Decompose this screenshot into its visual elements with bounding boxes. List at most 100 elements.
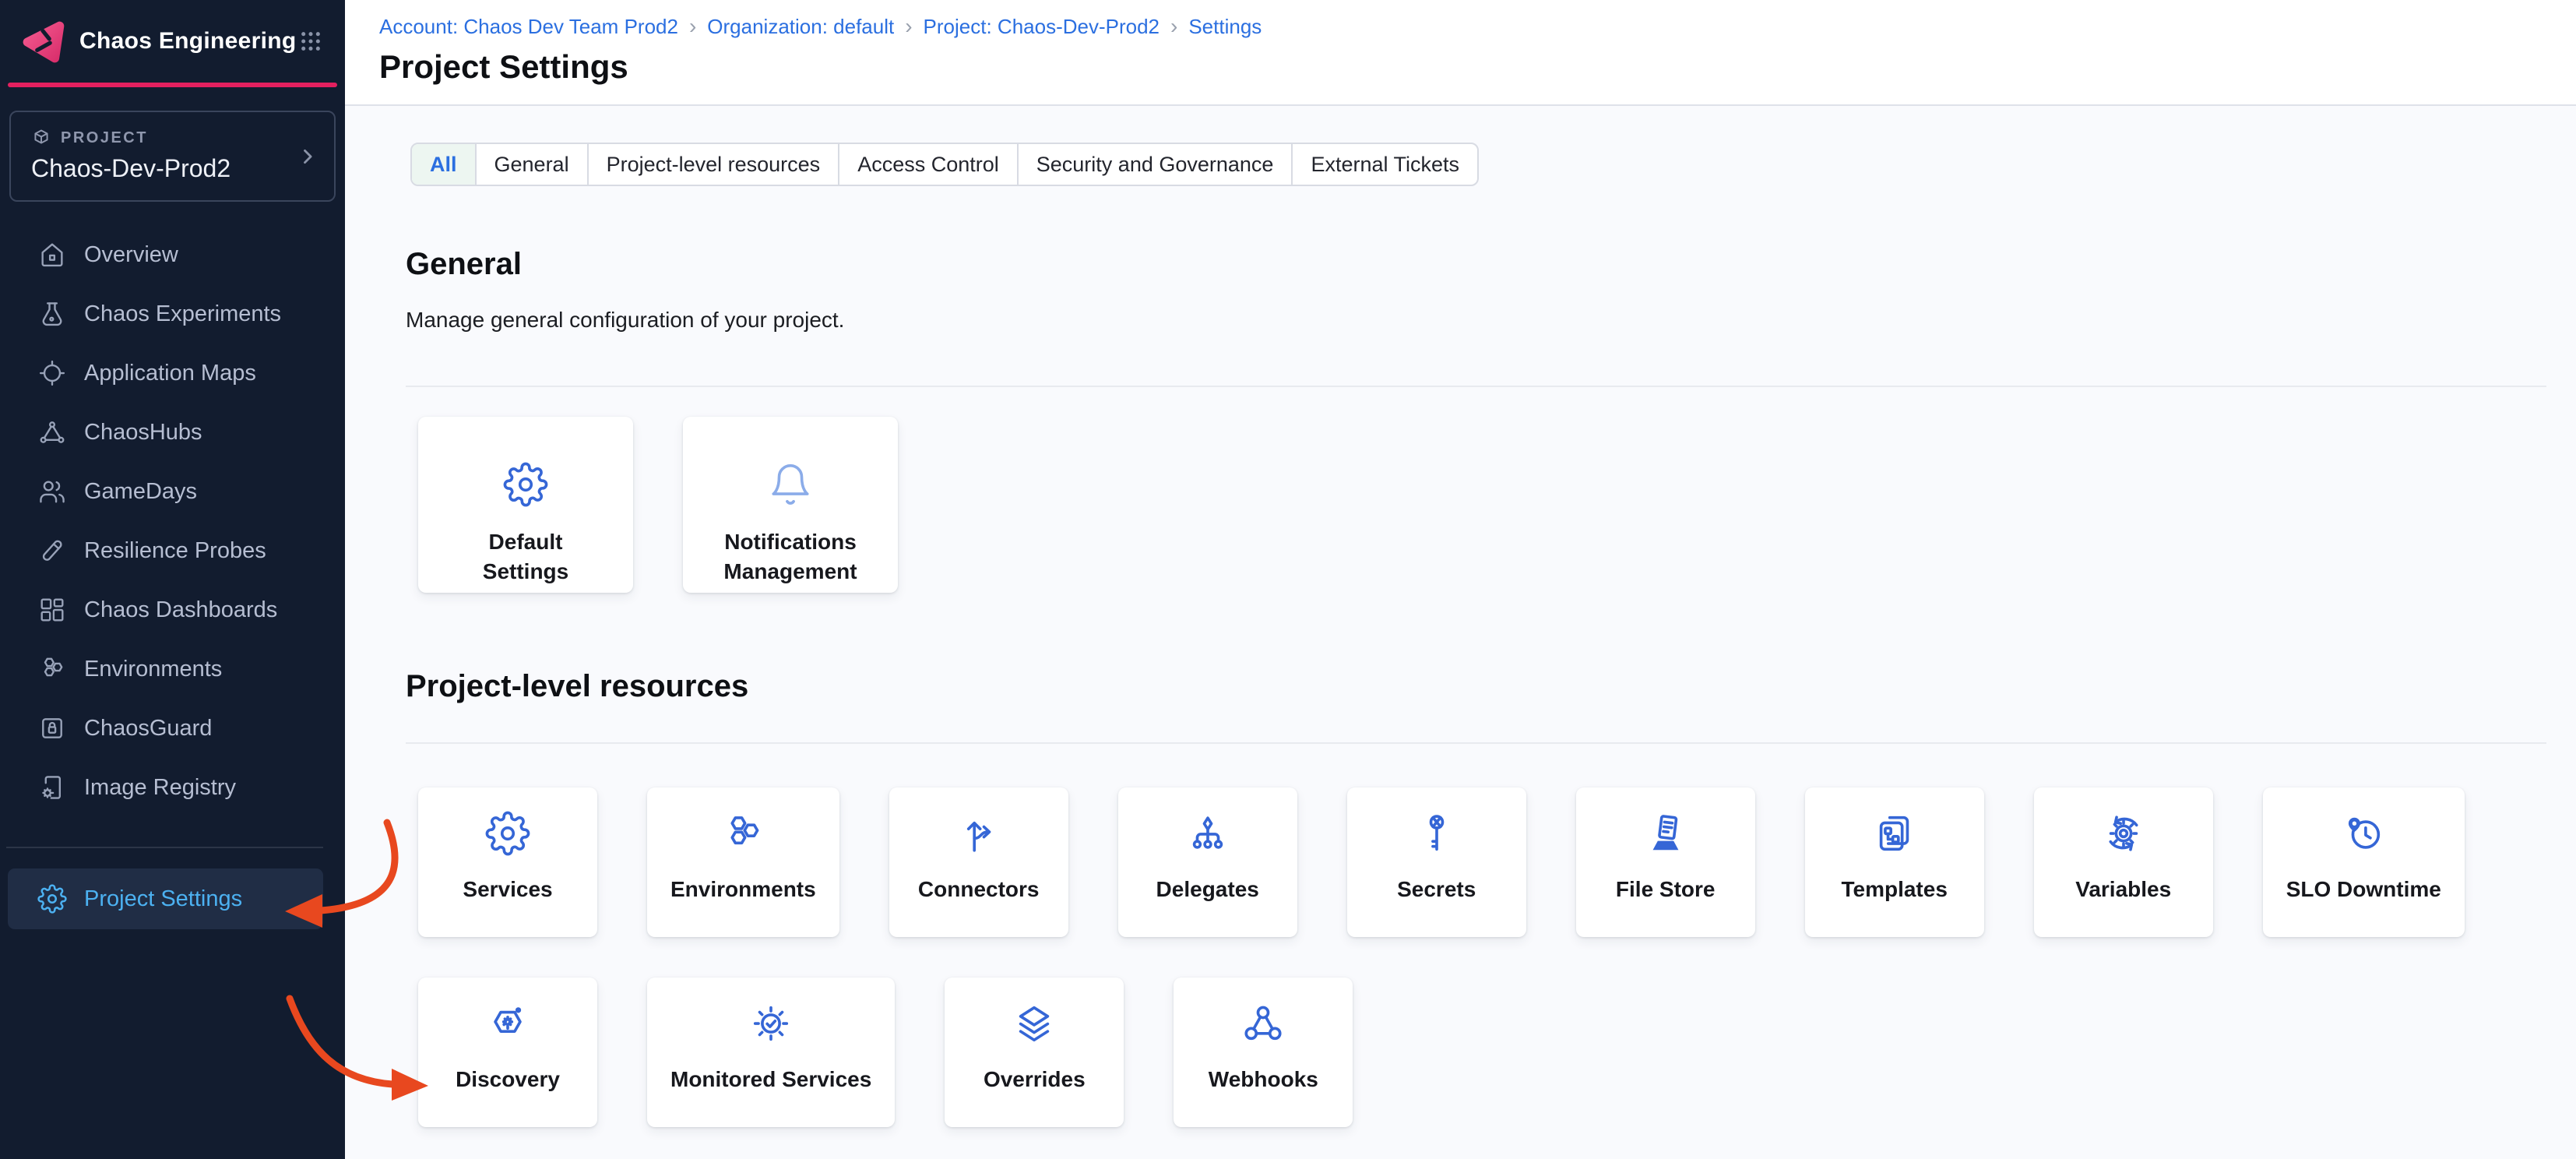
breadcrumb-link[interactable]: Settings <box>1188 15 1262 39</box>
chaos-engineering-logo-icon <box>20 17 69 65</box>
card-label: Discovery <box>456 1065 560 1094</box>
tab-external-tickets[interactable]: External Tickets <box>1293 144 1477 185</box>
flask-icon <box>37 299 67 329</box>
sidebar-item-image-registry[interactable]: Image Registry <box>0 758 345 817</box>
resource-card-overrides[interactable]: Overrides <box>945 978 1124 1127</box>
card-label: Environments <box>670 875 816 904</box>
resource-card-delegates[interactable]: Delegates <box>1118 787 1297 937</box>
gear-icon <box>37 884 67 914</box>
tab-security-and-governance[interactable]: Security and Governance <box>1019 144 1293 185</box>
slo-clock-icon <box>2341 811 2386 856</box>
breadcrumb-link[interactable]: Organization: default <box>707 15 894 39</box>
cube-icon <box>31 128 51 148</box>
page-header: Account: Chaos Dev Team Prod2 › Organiza… <box>345 0 2576 106</box>
sidebar-item-chaoshubs[interactable]: ChaosHubs <box>0 403 345 462</box>
breadcrumb-item-account-chaos-dev-team-prod2: Account: Chaos Dev Team Prod2 › <box>379 14 707 39</box>
gear-icon <box>485 811 530 856</box>
breadcrumb-link[interactable]: Project: Chaos-Dev-Prod2 <box>924 15 1160 39</box>
settings-content: All General Project-level resources Acce… <box>345 106 2576 1159</box>
card-label: Monitored Services <box>670 1065 871 1094</box>
sidebar-item-gamedays[interactable]: GameDays <box>0 462 345 521</box>
resource-card-slo-downtime[interactable]: SLO Downtime <box>2263 787 2465 937</box>
tab-label: External Tickets <box>1311 153 1459 177</box>
section-divider <box>406 386 2546 387</box>
sidebar-item-label: Resilience Probes <box>84 538 266 564</box>
sidebar-item-label: ChaosGuard <box>84 716 212 742</box>
resource-cards: Services Environments Connectors Delegat… <box>418 787 2546 1127</box>
card-label: Variables <box>2075 875 2171 904</box>
key-icon <box>1414 811 1459 856</box>
section-title: Project-level resources <box>406 671 2546 702</box>
delegates-icon <box>1185 811 1230 856</box>
project-selector-value: Chaos-Dev-Prod2 <box>31 154 287 183</box>
sidebar-item-chaos-dashboards[interactable]: Chaos Dashboards <box>0 580 345 639</box>
shield-lock-icon <box>37 713 67 743</box>
sidebar-item-label: Project Settings <box>84 886 242 912</box>
card-label: Overrides <box>984 1065 1086 1094</box>
tab-label: Security and Governance <box>1036 153 1274 177</box>
breadcrumb: Account: Chaos Dev Team Prod2 › Organiza… <box>379 14 2545 39</box>
users-icon <box>37 477 67 506</box>
card-label: Notifications Management <box>709 527 872 587</box>
tab-label: General <box>494 153 569 177</box>
page-title: Project Settings <box>379 48 2545 86</box>
settings-card-default-settings[interactable]: Default Settings <box>418 417 633 593</box>
sidebar-item-label: ChaosHubs <box>84 420 202 446</box>
tab-general[interactable]: General <box>477 144 589 185</box>
resource-card-environments[interactable]: Environments <box>647 787 839 937</box>
breadcrumb-link[interactable]: Account: Chaos Dev Team Prod2 <box>379 15 678 39</box>
target-icon <box>37 358 67 388</box>
sidebar-item-project-settings[interactable]: Project Settings <box>8 868 323 929</box>
resource-card-services[interactable]: Services <box>418 787 597 937</box>
resource-card-monitored-services[interactable]: Monitored Services <box>647 978 895 1127</box>
project-selector-label: PROJECT <box>61 129 148 147</box>
card-label: Default Settings <box>444 527 607 587</box>
resource-card-secrets[interactable]: Secrets <box>1347 787 1526 937</box>
sidebar-item-chaos-experiments[interactable]: Chaos Experiments <box>0 284 345 343</box>
card-label: Services <box>463 875 552 904</box>
tab-label: Access Control <box>857 153 999 177</box>
category-tabs: All General Project-level resources Acce… <box>410 143 1479 186</box>
project-selector[interactable]: PROJECT Chaos-Dev-Prod2 <box>9 111 336 202</box>
resource-card-connectors[interactable]: Connectors <box>889 787 1068 937</box>
gear-icon <box>503 462 548 507</box>
breadcrumb-separator: › <box>689 14 696 39</box>
card-label: Connectors <box>918 875 1040 904</box>
hub-icon <box>37 417 67 447</box>
sidebar-item-resilience-probes[interactable]: Resilience Probes <box>0 521 345 580</box>
registry-icon <box>37 773 67 802</box>
main-area: Account: Chaos Dev Team Prod2 › Organiza… <box>345 0 2576 1159</box>
tab-project-level-resources[interactable]: Project-level resources <box>589 144 840 185</box>
hexagons-icon <box>720 811 765 856</box>
monitored-icon <box>748 1001 794 1046</box>
section-title: General <box>406 248 2546 280</box>
app-window: Chaos Engineering PROJECT Chaos-Dev-Pr <box>0 0 2576 1159</box>
sidebar-item-overview[interactable]: Overview <box>0 225 345 284</box>
sidebar-item-chaosguard[interactable]: ChaosGuard <box>0 699 345 758</box>
tab-access-control[interactable]: Access Control <box>839 144 1019 185</box>
resource-card-webhooks[interactable]: Webhooks <box>1174 978 1353 1127</box>
resource-card-discovery[interactable]: Discovery <box>418 978 597 1127</box>
tab-all[interactable]: All <box>412 144 477 185</box>
app-switcher-grid-icon[interactable] <box>298 29 323 54</box>
templates-icon <box>1872 811 1917 856</box>
resource-card-templates[interactable]: Templates <box>1805 787 1984 937</box>
bell-icon <box>768 462 813 507</box>
settings-card-notifications-management[interactable]: Notifications Management <box>683 417 898 593</box>
sidebar-item-environments[interactable]: Environments <box>0 639 345 699</box>
breadcrumb-separator: › <box>905 14 912 39</box>
section-project-level-resources: Project-level resources Services Environ… <box>406 671 2546 1127</box>
resource-card-variables[interactable]: Variables <box>2034 787 2213 937</box>
card-label: Delegates <box>1156 875 1259 904</box>
section-divider <box>406 742 2546 744</box>
brand-header: Chaos Engineering <box>0 0 345 65</box>
resource-card-file-store[interactable]: File Store <box>1576 787 1755 937</box>
breadcrumb-item-project-chaos-dev-prod2: Project: Chaos-Dev-Prod2 › <box>924 14 1189 39</box>
brand-accent-line <box>8 83 337 87</box>
card-label: Secrets <box>1397 875 1476 904</box>
breadcrumb-separator: › <box>1170 14 1177 39</box>
dashboards-icon <box>37 595 67 625</box>
section-description: Manage general configuration of your pro… <box>406 308 2546 333</box>
sidebar-item-application-maps[interactable]: Application Maps <box>0 343 345 403</box>
breadcrumb-item-settings: Settings › <box>1188 15 1262 39</box>
